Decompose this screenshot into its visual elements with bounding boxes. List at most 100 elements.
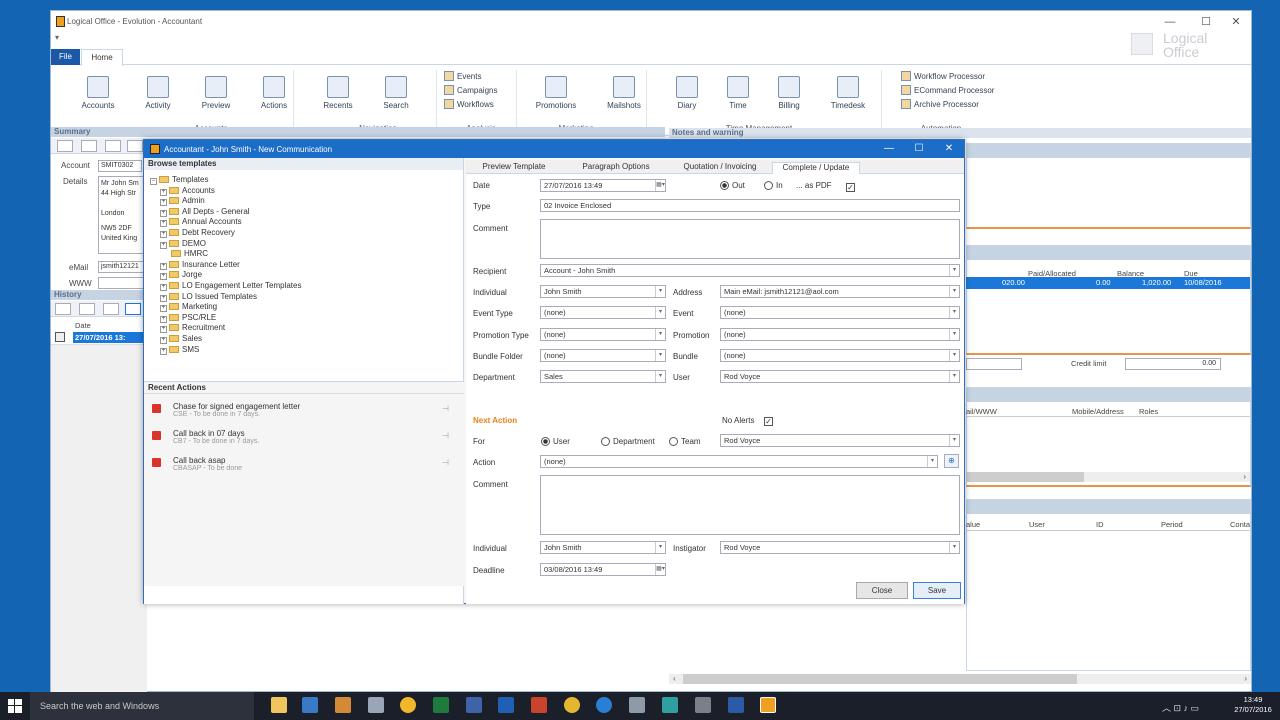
scroll-thumb[interactable] (966, 472, 1084, 482)
close-icon[interactable]: ✕ (1227, 14, 1245, 30)
chevron-down-icon[interactable]: ▾ (927, 456, 937, 467)
as-pdf-checkbox[interactable]: ✓ (846, 181, 855, 192)
tree-root[interactable]: − Templates (150, 175, 301, 186)
tray-icons[interactable]: ︿ ⊡ ♪ ▭ (1162, 701, 1199, 714)
workflows-item[interactable]: Workflows (444, 98, 497, 112)
time-button[interactable]: Time (715, 76, 761, 110)
recent-action-item[interactable]: Chase for signed engagement letter CSE -… (152, 402, 452, 418)
tab-quotation-invoicing[interactable]: Quotation / Invoicing (670, 162, 770, 174)
expand-icon[interactable]: + (160, 199, 167, 207)
date-field[interactable]: 27/07/2016 13:49 ▦▾ (540, 179, 666, 192)
tree-item[interactable]: + Recruitment (150, 323, 301, 334)
app2-icon[interactable] (662, 697, 678, 713)
edge-icon[interactable] (596, 697, 612, 713)
in-radio[interactable]: In (764, 181, 783, 190)
bottom-scrollbar[interactable]: ‹ › (669, 674, 1251, 684)
settings-icon[interactable] (695, 697, 711, 713)
view-icon[interactable] (125, 303, 141, 315)
logical-office-taskbar-icon[interactable] (760, 697, 776, 713)
taskbar-clock[interactable]: 13:49 27/07/2016 (1226, 695, 1280, 715)
campaigns-item[interactable]: Campaigns (444, 84, 497, 98)
expand-icon[interactable]: + (160, 209, 167, 217)
scroll-left-icon[interactable]: ‹ (673, 674, 676, 683)
dialog-minimize-icon[interactable]: — (880, 142, 898, 156)
pin-icon[interactable]: ⊣ (442, 404, 449, 413)
expand-icon[interactable]: + (160, 188, 167, 196)
user-select[interactable]: Rod Voyce ▾ (720, 370, 960, 383)
tree-item[interactable]: + All Depts - General (150, 207, 301, 218)
chevron-down-icon[interactable]: ▾ (949, 350, 959, 361)
pinwheel-icon[interactable] (400, 697, 416, 713)
tab-paragraph-options[interactable]: Paragraph Options (576, 162, 656, 174)
promotion-type-select[interactable]: (none) ▾ (540, 328, 666, 341)
calendar-icon[interactable]: ▦▾ (655, 180, 665, 191)
billing-button[interactable]: Billing (766, 76, 812, 110)
store-icon[interactable] (302, 697, 318, 713)
chevron-down-icon[interactable]: ▾ (949, 307, 959, 318)
chevron-down-icon[interactable]: ▾ (655, 286, 665, 297)
actions-button[interactable]: Actions (251, 76, 297, 110)
excel-icon[interactable] (433, 697, 449, 713)
tree-item[interactable]: + Marketing (150, 302, 301, 313)
bundle-select[interactable]: (none) ▾ (720, 349, 960, 362)
event-type-select[interactable]: (none) ▾ (540, 306, 666, 319)
powerpoint-icon[interactable] (531, 697, 547, 713)
events-item[interactable]: Events (444, 70, 497, 84)
chevron-down-icon[interactable]: ▾ (949, 329, 959, 340)
recent-action-item[interactable]: Call back in 07 days CB7 - To be done in… (152, 429, 452, 445)
tree-item[interactable]: + PSC/RLE (150, 313, 301, 324)
tab-file[interactable]: File (51, 49, 80, 65)
tab-preview-template[interactable]: Preview Template (474, 162, 554, 174)
chevron-down-icon[interactable]: ▾ (949, 435, 959, 446)
close-button[interactable]: Close (856, 582, 908, 599)
chrome-icon[interactable] (564, 697, 580, 713)
expand-icon[interactable]: + (160, 305, 167, 313)
scroll-right-icon[interactable]: › (1243, 472, 1246, 481)
tree-item[interactable]: + Sales (150, 334, 301, 345)
credit-limit-field[interactable]: 0.00 (1125, 358, 1221, 370)
activity-button[interactable]: Activity (135, 76, 181, 110)
chevron-down-icon[interactable]: ▾ (949, 265, 959, 276)
maximize-icon[interactable]: ☐ (1197, 14, 1215, 30)
tree-item[interactable]: + Jorge (150, 270, 301, 281)
expand-icon[interactable]: + (160, 326, 167, 334)
tree-item[interactable]: + Accounts (150, 186, 301, 197)
chevron-down-icon[interactable]: ▾ (655, 371, 665, 382)
recipient-select[interactable]: Account - John Smith ▾ (540, 264, 960, 277)
www-field[interactable] (98, 277, 144, 289)
tree-item[interactable]: + Insurance Letter (150, 260, 301, 271)
pin-icon[interactable]: ⊣ (442, 458, 449, 467)
individual-select[interactable]: John Smith ▾ (540, 285, 666, 298)
recent-action-item[interactable]: Call back asap CBASAP - To be done ⊣ (152, 456, 452, 472)
file-explorer-icon[interactable] (271, 697, 287, 713)
instigator-select[interactable]: Rod Voyce ▾ (720, 541, 960, 554)
expand-icon[interactable]: + (160, 241, 167, 249)
tree-item[interactable]: + Annual Accounts (150, 217, 301, 228)
word-icon[interactable] (728, 697, 744, 713)
quick-access-icon[interactable]: ▾ (55, 33, 59, 42)
taskbar-search[interactable]: Search the web and Windows (30, 692, 254, 720)
workflow-processor-item[interactable]: Workflow Processor (901, 70, 994, 84)
chevron-down-icon[interactable]: ▾ (949, 542, 959, 553)
details-field[interactable]: Mr John Sm 44 High Str London NW5 2DF Un… (98, 176, 144, 254)
tree-item[interactable]: + LO Engagement Letter Templates (150, 281, 301, 292)
comment-textarea[interactable] (540, 219, 960, 259)
tree-item[interactable]: + DEMO (150, 239, 301, 250)
expand-icon[interactable]: + (160, 262, 167, 270)
address-select[interactable]: Main eMail: jsmith12121@aol.com ▾ (720, 285, 960, 298)
for-team-radio[interactable]: Team (669, 437, 701, 446)
accounts-button[interactable]: Accounts (75, 76, 121, 110)
expand-icon[interactable]: + (160, 336, 167, 344)
tab-complete-update[interactable]: Complete / Update (772, 162, 860, 174)
media-icon[interactable] (335, 697, 351, 713)
for-select[interactable]: Rod Voyce ▾ (720, 434, 960, 447)
search-button[interactable]: Search (373, 76, 419, 110)
globe-icon[interactable] (127, 140, 143, 152)
promotions-button[interactable]: Promotions (533, 76, 579, 110)
recents-button[interactable]: Recents (315, 76, 361, 110)
chevron-down-icon[interactable]: ▾ (655, 329, 665, 340)
minimize-icon[interactable]: — (1161, 14, 1179, 30)
department-select[interactable]: Sales ▾ (540, 370, 666, 383)
for-user-radio[interactable]: User (541, 437, 570, 446)
collapse-icon[interactable]: − (150, 178, 157, 185)
